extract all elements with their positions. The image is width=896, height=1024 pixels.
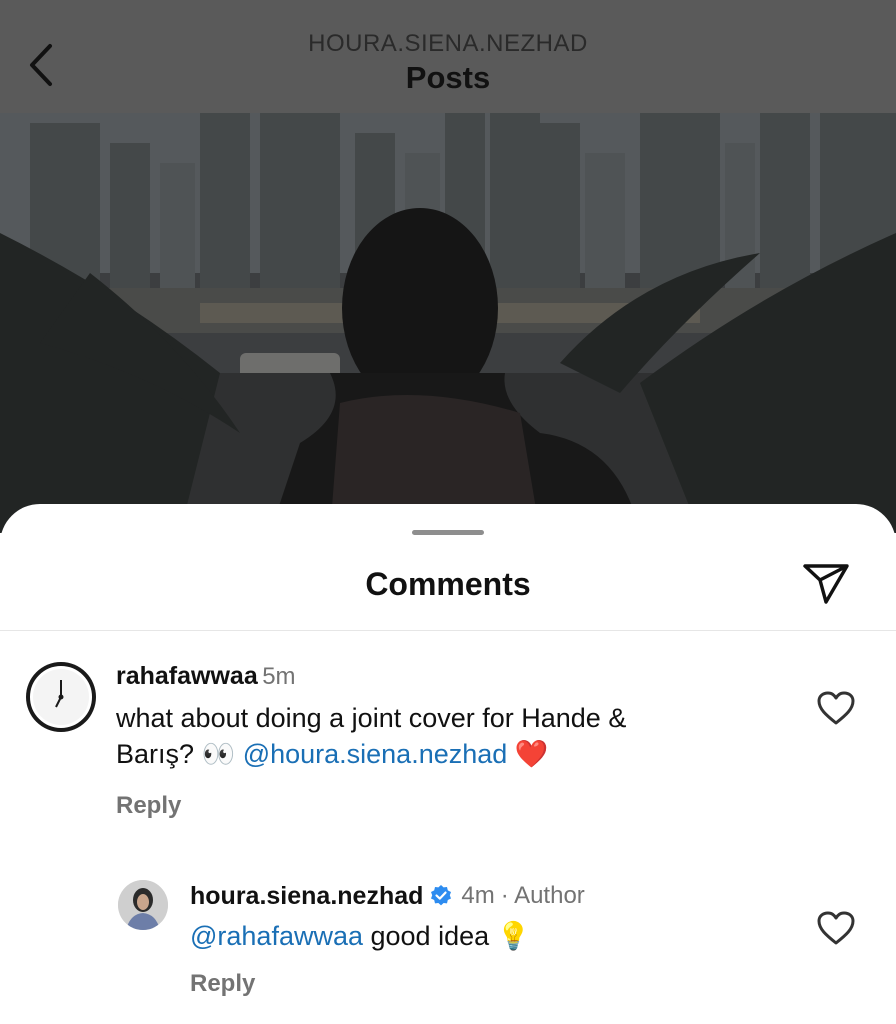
heart-outline-icon[interactable] [816,910,856,946]
eyes-emoji: 👀 [201,739,236,769]
comment-text-body: good idea [363,921,497,951]
avatar[interactable] [118,880,168,930]
comments-sheet: Comments rahafawwaa 5m what about doing … [0,504,896,1024]
top-bar: HOURA.SIENA.NEZHAD Posts [0,0,896,113]
reply-button[interactable]: Reply [190,970,810,998]
profile-username: HOURA.SIENA.NEZHAD [308,30,588,57]
comment-username[interactable]: houra.siena.nezhad [190,882,423,911]
comment: rahafawwaa 5m what about doing a joint c… [116,662,796,820]
mention-link[interactable]: @houra.siena.nezhad [243,739,508,769]
heart-outline-icon[interactable] [816,690,856,726]
comment-username[interactable]: rahafawwaa [116,662,258,690]
comment-text-line: what about doing a joint cover for Hande… [116,703,627,733]
comment-time: 4m [461,882,495,909]
page-title: Posts [405,60,491,95]
heart-emoji: ❤️ [514,739,549,769]
sheet-grabber[interactable] [412,530,484,535]
paper-plane-icon[interactable] [800,560,852,608]
divider [0,630,896,631]
lightbulb-emoji: 💡 [496,921,531,951]
post-image [0,113,896,533]
comment: houra.siena.nezhad 4m · Author @rahafaww… [190,880,810,998]
sheet-title: Comments [365,566,531,602]
comment-text-line: Barış? 👀 @houra.siena.nezhad ❤️ [116,736,796,772]
author-label: · Author [500,882,585,909]
reply-button[interactable]: Reply [116,792,796,820]
verified-badge-icon [431,885,452,906]
comment-text: @rahafawwaa good idea 💡 [190,918,810,954]
comment-time: 5m [262,663,296,690]
comment-text: what about doing a joint cover for Hande… [116,700,796,772]
comment-text-prefix: Barış? [116,739,202,769]
mention-link[interactable]: @rahafawwaa [190,921,363,951]
avatar[interactable] [26,662,96,732]
